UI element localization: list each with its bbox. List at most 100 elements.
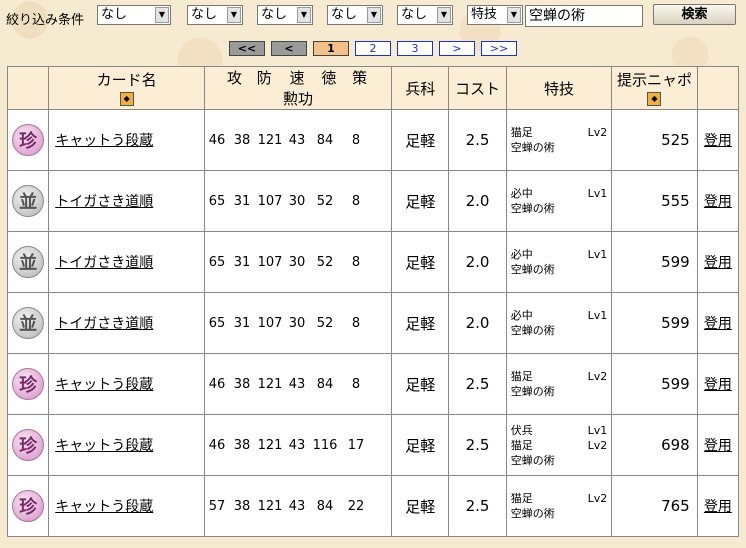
search-button[interactable]: 検索 [653, 4, 736, 25]
skill-search-input[interactable]: 空蝉の術 [525, 5, 643, 27]
skill-name: 伏兵 [510, 423, 533, 437]
header-vir: 徳 [321, 69, 337, 87]
stat-atk: 65 [208, 315, 226, 331]
skill-name: 必中 [510, 187, 533, 200]
stat-spd: 121 [257, 498, 283, 514]
select-value: なし [331, 7, 358, 22]
select-value: なし [261, 7, 288, 22]
page-3-button[interactable]: 3 [397, 41, 433, 56]
header-stats: 攻 防 速 徳 策 勲功 [204, 66, 393, 110]
card-name-link[interactable]: トイガさき道順 [55, 255, 153, 271]
skill-entry: 空蝉の術 [511, 453, 612, 468]
last-page-button[interactable]: >> [481, 41, 517, 56]
register-link[interactable]: 登用 [696, 353, 740, 415]
card-name-link[interactable]: キャットう段蔵 [55, 499, 153, 515]
skill-entry: 必中 Lv1 [511, 247, 612, 262]
skill-entry: 空蝉の術 [511, 384, 612, 399]
filter-select-2[interactable]: なし ▼ [187, 5, 243, 25]
filter-select-1[interactable]: なし ▼ [97, 5, 171, 25]
card-name-cell: キャットう段蔵 [48, 475, 206, 537]
stats-cell: 65 31 107 30 52 8 [204, 170, 393, 232]
card-name-link[interactable]: トイガさき道順 [55, 316, 153, 332]
filter-select-5[interactable]: なし ▼ [397, 5, 453, 25]
stats-cell: 57 38 121 43 84 22 [204, 475, 393, 537]
stat-vir: 30 [288, 254, 306, 270]
prev-page-button[interactable]: < [271, 41, 307, 56]
skill-entry: 猫足 Lv2 [511, 369, 612, 384]
stat-merit: 22 [347, 498, 365, 514]
unit-cell: 足軽 [391, 109, 450, 171]
card-name-cell: キャットう段蔵 [48, 414, 206, 476]
stat-atk: 46 [208, 376, 226, 392]
skill-name: 空蝉の術 [510, 141, 555, 154]
stat-merit: 17 [347, 437, 365, 453]
header-price-label: 提示ニャポ [616, 70, 692, 89]
header-cost: コスト [448, 66, 507, 110]
skill-cell: 猫足 Lv2 空蝉の術 [505, 109, 613, 171]
rarity-cell: 並 [6, 231, 50, 293]
stat-def: 31 [233, 315, 251, 331]
filter-select-3[interactable]: なし ▼ [257, 5, 313, 25]
skill-name: 空蝉の術 [510, 202, 555, 215]
page-1-button[interactable]: 1 [313, 41, 349, 56]
chevron-down-icon: ▼ [155, 7, 169, 23]
cost-cell: 2.5 [448, 475, 507, 537]
cost-cell: 2.0 [448, 231, 507, 293]
skill-cell: 必中 Lv1 空蝉の術 [505, 170, 613, 232]
stat-vir: 43 [288, 437, 306, 453]
card-name-cell: キャットう段蔵 [48, 353, 206, 415]
stat-merit: 8 [351, 193, 361, 209]
register-link[interactable]: 登用 [696, 231, 740, 293]
stat-vir: 43 [288, 376, 306, 392]
skill-entry: 猫足 Lv2 [511, 438, 612, 453]
rarity-badge-icon: 珍 [12, 124, 45, 156]
register-link[interactable]: 登用 [696, 414, 740, 476]
rarity-cell: 珍 [6, 475, 50, 537]
sort-icon[interactable]: ◆ [119, 92, 134, 106]
skill-name: 猫足 [510, 126, 533, 139]
stat-atk: 57 [208, 498, 226, 514]
price-cell: 698 [611, 414, 698, 476]
skill-level: Lv1 [587, 248, 608, 261]
stat-def: 38 [233, 498, 251, 514]
skill-level: Lv2 [587, 126, 608, 139]
filter-label: 絞り込み条件 [6, 13, 85, 28]
unit-cell: 足軽 [391, 475, 450, 537]
card-table: カード名 ◆ 攻 防 速 徳 策 勲功 兵科 コスト 特技 提示ニャポ ◆ 珍 [6, 66, 740, 537]
stat-def: 31 [233, 254, 251, 270]
first-page-button[interactable]: << [229, 41, 265, 56]
card-name-cell: トイガさき道順 [48, 292, 206, 354]
cost-cell: 2.5 [448, 353, 507, 415]
stat-vir: 30 [288, 193, 306, 209]
rarity-badge-icon: 並 [12, 246, 45, 278]
filter-select-skill[interactable]: 特技 ▼ [467, 5, 523, 25]
stat-def: 31 [233, 193, 251, 209]
register-link[interactable]: 登用 [696, 109, 740, 171]
stat-str: 52 [316, 254, 334, 270]
rarity-cell: 珍 [6, 109, 50, 171]
skill-name: 必中 [510, 248, 533, 261]
card-name-link[interactable]: トイガさき道順 [55, 194, 153, 210]
stat-def: 38 [233, 376, 251, 392]
unit-cell: 足軽 [391, 231, 450, 293]
skill-entry: 空蝉の術 [511, 201, 612, 216]
skill-entry: 空蝉の術 [511, 140, 612, 155]
stat-spd: 121 [257, 376, 283, 392]
cost-cell: 2.0 [448, 292, 507, 354]
filter-select-4[interactable]: なし ▼ [327, 5, 383, 25]
skill-name: 猫足 [510, 492, 533, 505]
skill-name: 空蝉の術 [510, 385, 555, 398]
sort-icon[interactable]: ◆ [647, 92, 662, 106]
header-atk: 攻 [226, 69, 242, 87]
stat-str: 84 [316, 132, 334, 148]
card-name-link[interactable]: キャットう段蔵 [55, 377, 153, 393]
skill-entry: 猫足 Lv2 [511, 491, 612, 506]
register-link[interactable]: 登用 [696, 292, 740, 354]
page-2-button[interactable]: 2 [355, 41, 391, 56]
card-name-link[interactable]: キャットう段蔵 [55, 438, 153, 454]
next-page-button[interactable]: > [439, 41, 475, 56]
card-name-link[interactable]: キャットう段蔵 [55, 133, 153, 149]
stats-cell: 65 31 107 30 52 8 [204, 231, 393, 293]
register-link[interactable]: 登用 [696, 170, 740, 232]
register-link[interactable]: 登用 [696, 475, 740, 537]
